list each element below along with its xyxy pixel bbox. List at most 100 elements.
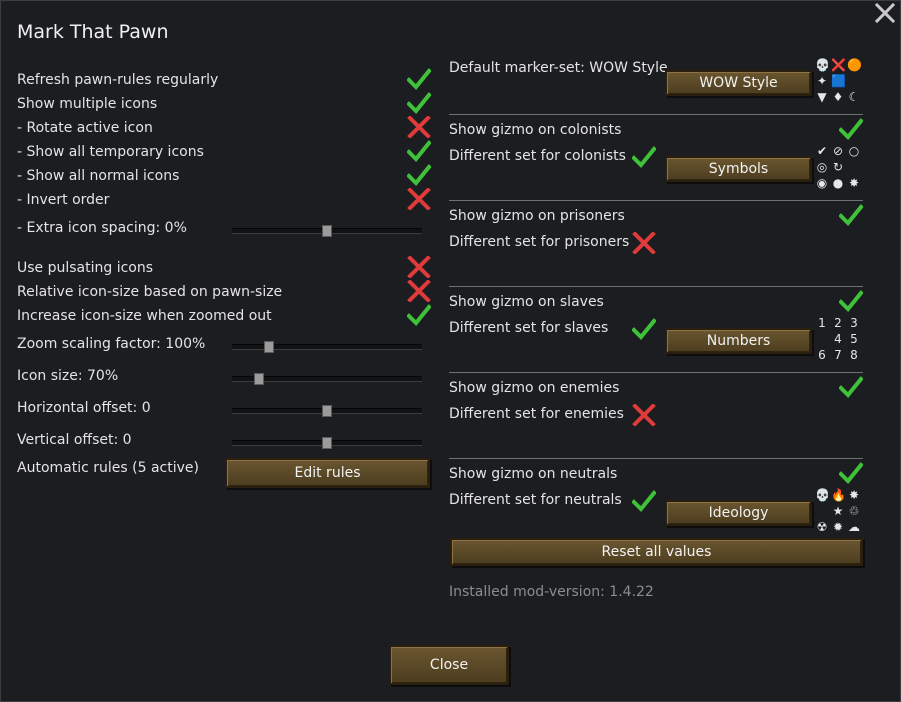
- diff-set-enemies-cross-icon[interactable]: [632, 403, 656, 427]
- toggle-label: - Invert order: [17, 192, 110, 208]
- slider-label: Zoom scaling factor: 100%: [17, 336, 206, 352]
- marker-icon: ✸: [848, 488, 860, 502]
- diff-set-prisoners-cross-icon[interactable]: [632, 231, 656, 255]
- gizmo-prisoners-check-icon[interactable]: [838, 204, 864, 226]
- setting-slider[interactable]: [232, 373, 422, 385]
- toggle-label: Show multiple icons: [17, 96, 158, 112]
- default-marker-set-label: Default marker-set: WOW Style: [449, 60, 668, 76]
- marker-icon: ☾: [848, 90, 860, 104]
- slaves-marker-set-button[interactable]: Numbers: [665, 328, 812, 354]
- section-divider: [449, 286, 863, 287]
- marker-icon: [847, 160, 861, 174]
- marker-icon: ▼: [817, 90, 827, 104]
- setting-slider[interactable]: [232, 341, 422, 353]
- setting-slider-thumb[interactable]: [253, 373, 264, 385]
- marker-icon: ◉: [816, 176, 828, 190]
- slider-label: Icon size: 70%: [17, 368, 119, 384]
- reset-all-values-button[interactable]: Reset all values: [450, 538, 863, 566]
- toggle-label: Relative icon-size based on pawn-size: [17, 284, 283, 300]
- different-set-prisoners-label: Different set for prisoners: [449, 234, 630, 250]
- toggle-label: - Show all temporary icons: [17, 144, 204, 160]
- marker-icon: [815, 332, 829, 346]
- toggle-check-icon[interactable]: [406, 140, 432, 162]
- different-set-enemies-label: Different set for enemies: [449, 406, 624, 422]
- different-set-neutrals-label: Different set for neutrals: [449, 492, 622, 508]
- marker-icon: 8: [850, 348, 858, 362]
- marker-icon: 🟠: [847, 58, 862, 72]
- marker-icon: [847, 74, 861, 88]
- show-gizmo-enemies-label: Show gizmo on enemies: [449, 380, 620, 396]
- gizmo-slaves-check-icon[interactable]: [838, 290, 864, 312]
- different-set-colonists-label: Different set for colonists: [449, 148, 626, 164]
- gizmo-enemies-check-icon[interactable]: [838, 376, 864, 398]
- show-gizmo-slaves-label: Show gizmo on slaves: [449, 294, 604, 310]
- setting-slider-thumb[interactable]: [264, 341, 275, 353]
- diff-set-colonists-check-icon[interactable]: [631, 146, 657, 168]
- setting-slider-thumb[interactable]: [322, 437, 332, 449]
- toggle-cross-icon[interactable]: [407, 255, 431, 279]
- slaves-icon-preview: 12345 678: [815, 316, 863, 364]
- diff-set-neutrals-check-icon[interactable]: [631, 490, 657, 512]
- marker-icon: 7: [834, 348, 842, 362]
- section-divider: [449, 114, 863, 115]
- marker-icon: ★: [832, 504, 844, 518]
- section-divider: [449, 458, 863, 459]
- toggle-label: Increase icon-size when zoomed out: [17, 308, 272, 324]
- gizmo-colonists-check-icon[interactable]: [838, 118, 864, 140]
- marker-icon: ✦: [816, 74, 828, 88]
- toggle-cross-icon[interactable]: [407, 115, 431, 139]
- wow-style-icon-preview: 💀 ❌ 🟠 ✦ 🟦 ▼ ♦ ☾: [815, 58, 863, 106]
- setting-slider[interactable]: [232, 437, 422, 449]
- toggle-check-icon[interactable]: [406, 164, 432, 186]
- neutrals-icon-preview: 💀 🔥 ✸ ★ ♲ ☢ ✹ ☁: [815, 488, 863, 536]
- extra-spacing-slider-thumb[interactable]: [322, 225, 332, 237]
- toggle-label: - Rotate active icon: [17, 120, 153, 136]
- slider-label: Vertical offset: 0: [17, 432, 132, 448]
- close-button[interactable]: Close: [389, 645, 509, 685]
- marker-icon: ☢: [816, 520, 828, 534]
- marker-icon: ✸: [848, 176, 860, 190]
- extra-spacing-label: - Extra icon spacing: 0%: [17, 220, 187, 236]
- marker-icon: ✔: [816, 144, 828, 158]
- marker-icon: ♲: [848, 504, 860, 518]
- section-divider: [449, 200, 863, 201]
- marker-icon: 2: [834, 316, 842, 330]
- extra-spacing-slider[interactable]: [232, 225, 422, 237]
- toggle-check-icon[interactable]: [406, 68, 432, 90]
- marker-icon: 🔥: [831, 488, 846, 502]
- toggle-label: Use pulsating icons: [17, 260, 154, 276]
- show-gizmo-prisoners-label: Show gizmo on prisoners: [449, 208, 625, 224]
- marker-icon: [815, 504, 829, 518]
- slider-label: Horizontal offset: 0: [17, 400, 151, 416]
- marker-icon: 3: [850, 316, 858, 330]
- toggle-cross-icon[interactable]: [407, 187, 431, 211]
- close-icon[interactable]: [874, 2, 896, 24]
- show-gizmo-colonists-label: Show gizmo on colonists: [449, 122, 622, 138]
- wow-style-button[interactable]: WOW Style: [665, 70, 812, 96]
- toggle-label: Refresh pawn-rules regularly: [17, 72, 219, 88]
- marker-icon: ✹: [832, 520, 844, 534]
- neutrals-marker-set-button[interactable]: Ideology: [665, 500, 812, 526]
- toggle-label: - Show all normal icons: [17, 168, 180, 184]
- marker-icon: 6: [818, 348, 826, 362]
- setting-slider[interactable]: [232, 405, 422, 417]
- colonists-marker-set-button[interactable]: Symbols: [665, 156, 812, 182]
- gizmo-neutrals-check-icon[interactable]: [838, 462, 864, 484]
- marker-icon: ↻: [832, 160, 844, 174]
- marker-icon: ♦: [832, 90, 844, 104]
- edit-rules-button[interactable]: Edit rules: [225, 458, 430, 488]
- toggle-cross-icon[interactable]: [407, 279, 431, 303]
- marker-icon: ◎: [816, 160, 828, 174]
- marker-icon: ○: [848, 144, 860, 158]
- marker-icon: 💀: [815, 58, 830, 72]
- diff-set-slaves-check-icon[interactable]: [631, 318, 657, 340]
- toggle-check-icon[interactable]: [406, 304, 432, 326]
- marker-icon: 4: [834, 332, 842, 346]
- marker-icon: 1: [818, 316, 826, 330]
- automatic-rules-label: Automatic rules (5 active): [17, 460, 199, 476]
- dialog-title: Mark That Pawn: [17, 21, 169, 43]
- marker-icon: ●: [832, 176, 844, 190]
- marker-icon: 💀: [815, 488, 830, 502]
- setting-slider-thumb[interactable]: [322, 405, 332, 417]
- toggle-check-icon[interactable]: [406, 92, 432, 114]
